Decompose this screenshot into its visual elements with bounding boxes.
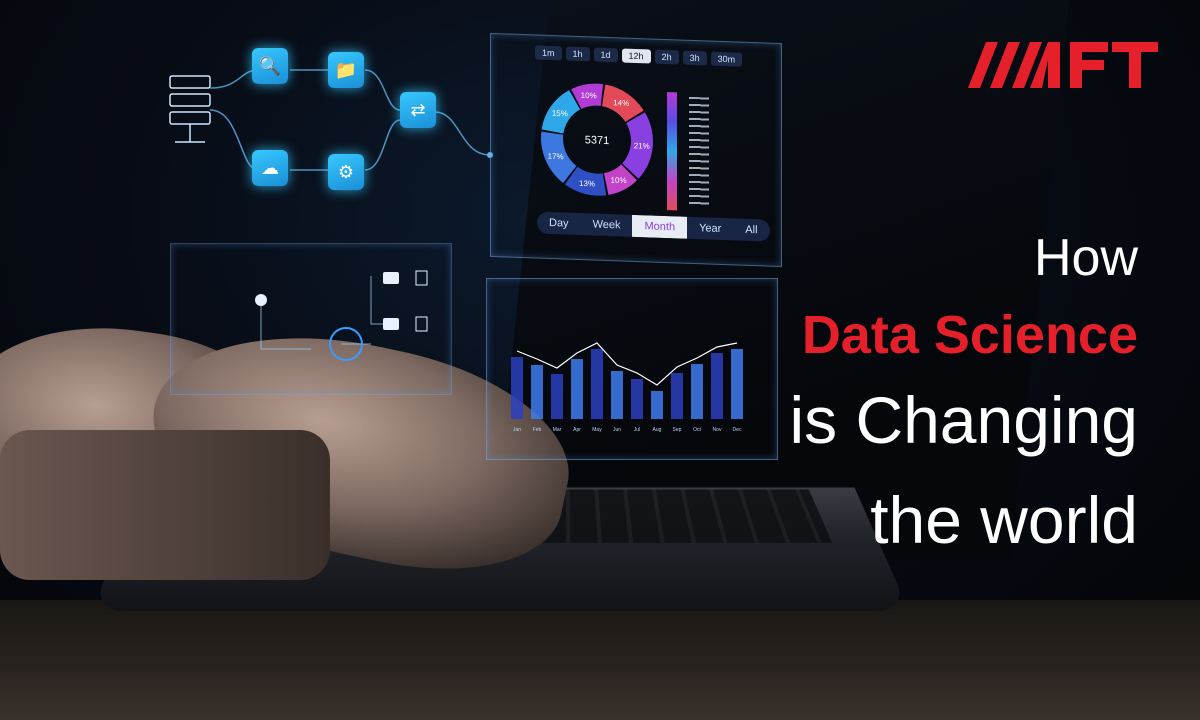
headline-the-world: the world (870, 483, 1138, 557)
bar (691, 364, 703, 419)
month-label: Jan (513, 427, 521, 433)
donut-slice-label: 21% (634, 141, 650, 151)
month-label: Sep (673, 427, 682, 433)
month-label: Apr (573, 427, 581, 433)
range-tab-week: Week (592, 218, 621, 232)
aaft-logo (968, 42, 1158, 88)
range-tab-month: Month (632, 214, 688, 239)
donut-slice-label: 17% (548, 152, 564, 162)
donut-slice-label: 14% (613, 98, 629, 108)
bar (611, 371, 623, 419)
bar (651, 391, 663, 419)
month-label: Jul (634, 427, 640, 433)
bar (591, 349, 603, 419)
time-tabs: 1m 1h 1d 12h 2h 3h 30m (535, 45, 743, 67)
month-label: Feb (533, 427, 542, 433)
folder-icon (383, 272, 399, 330)
month-label: Jun (613, 427, 621, 433)
month-label: Dec (733, 427, 742, 433)
search-icon: 🔍 (252, 48, 288, 84)
donut-slice-label: 15% (552, 109, 568, 119)
folder-icon: 📁 (328, 52, 364, 88)
headline-how: How (1033, 229, 1138, 287)
legend-color-bar (667, 92, 677, 211)
transfer-icon: ⇄ (400, 92, 436, 128)
month-label: May (592, 427, 602, 433)
time-tab: 1d (593, 47, 618, 63)
trend-line (516, 342, 738, 386)
bar (731, 349, 743, 419)
document-icon (415, 270, 428, 332)
month-label: Mar (553, 427, 562, 433)
donut-dashboard-panel: 1m 1h 1d 12h 2h 3h 30m 10% 14% 21% 10% 13% 17… (490, 32, 782, 268)
time-tab: 1m (535, 45, 562, 61)
cloud-icon: ☁ (252, 150, 288, 186)
legend-lines (689, 96, 709, 208)
bar (671, 373, 683, 419)
cloud-icon (255, 294, 267, 306)
server-rack-icon (169, 75, 211, 143)
headline-is-changing: is Changing (789, 383, 1138, 457)
month-label: Oct (693, 427, 701, 433)
donut-center-value: 5371 (585, 134, 609, 147)
time-tab: 30m (710, 51, 743, 67)
donut-slice-label: 13% (579, 179, 595, 189)
donut-slice-label: 10% (581, 91, 597, 101)
donut-chart: 10% 14% 21% 10% 13% 17% 15% 5371 (541, 83, 653, 196)
bar (711, 353, 723, 419)
headline-data-science: Data Science (801, 305, 1138, 365)
range-tabs: Day Week Month Year All (537, 211, 770, 242)
time-tab-selected: 12h (621, 48, 651, 64)
bar (551, 374, 563, 419)
range-tab-year: Year (699, 222, 722, 235)
bar (631, 379, 643, 419)
range-tab-day: Day (549, 216, 569, 230)
file-tree-diagram (255, 270, 428, 361)
wrist (0, 430, 330, 580)
hero-image: 🔍 📁 ⇄ ☁ ⚙ 1m 1h 1d 12h 2h 3h 30m 10% 14% 2… (0, 0, 1200, 720)
gear-icon: ⚙ (328, 154, 364, 190)
file-tree-panel (170, 243, 452, 395)
bar (571, 359, 583, 419)
time-tab: 1h (565, 46, 590, 62)
month-label: Nov (713, 427, 722, 433)
desk-surface (0, 600, 1200, 720)
range-tab-all: All (745, 223, 758, 237)
time-tab: 3h (682, 50, 707, 66)
donut-slice-label: 10% (611, 176, 627, 186)
bar-chart-panel: Jan Feb Mar Apr May Jun Jul Aug Sep Oct Nov Dec (486, 278, 778, 460)
bar (531, 365, 543, 419)
bar (511, 357, 523, 419)
bar-chart: Jan Feb Mar Apr May Jun Jul Aug Sep Oct Nov Dec (511, 342, 743, 433)
month-label: Aug (653, 427, 662, 433)
time-tab: 2h (654, 49, 679, 65)
